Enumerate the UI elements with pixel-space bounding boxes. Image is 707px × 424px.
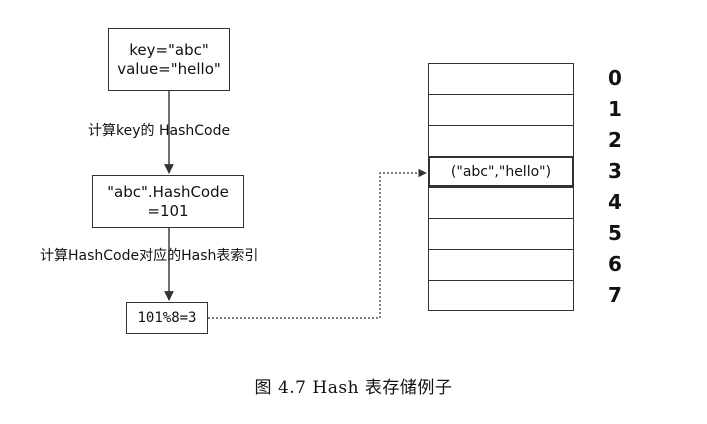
- table-row: [428, 94, 574, 125]
- table-row: [428, 63, 574, 94]
- figure-caption: 图 4.7 Hash 表存储例子: [254, 378, 453, 398]
- table-row: [428, 218, 574, 249]
- index-label: 2: [608, 128, 622, 152]
- hashcode-text: "abc".HashCode: [107, 182, 229, 201]
- index-label: 1: [608, 97, 622, 121]
- modulo-box: 101%8=3: [126, 302, 208, 334]
- index-label: 0: [608, 66, 622, 90]
- index-label: 7: [608, 283, 622, 307]
- hash-table: ("abc","hello"): [428, 63, 574, 311]
- index-label: 6: [608, 252, 622, 276]
- compute-hashcode-label: 计算key的 HashCode: [88, 123, 231, 139]
- table-row: [428, 125, 574, 156]
- index-label: 5: [608, 221, 622, 245]
- key-text: key="abc": [129, 40, 209, 59]
- compute-index-label: 计算HashCode对应的Hash表索引: [40, 248, 259, 264]
- table-row: [428, 249, 574, 280]
- table-row: [428, 187, 574, 218]
- key-value-box: key="abc" value="hello": [108, 28, 230, 91]
- table-row-filled: ("abc","hello"): [428, 156, 574, 187]
- hashcode-value: =101: [147, 201, 189, 220]
- modulo-text: 101%8=3: [137, 309, 197, 326]
- index-label: 4: [608, 190, 622, 214]
- table-row: [428, 280, 574, 311]
- index-label: 3: [608, 159, 622, 183]
- hashcode-box: "abc".HashCode =101: [92, 175, 244, 228]
- value-text: value="hello": [117, 59, 221, 78]
